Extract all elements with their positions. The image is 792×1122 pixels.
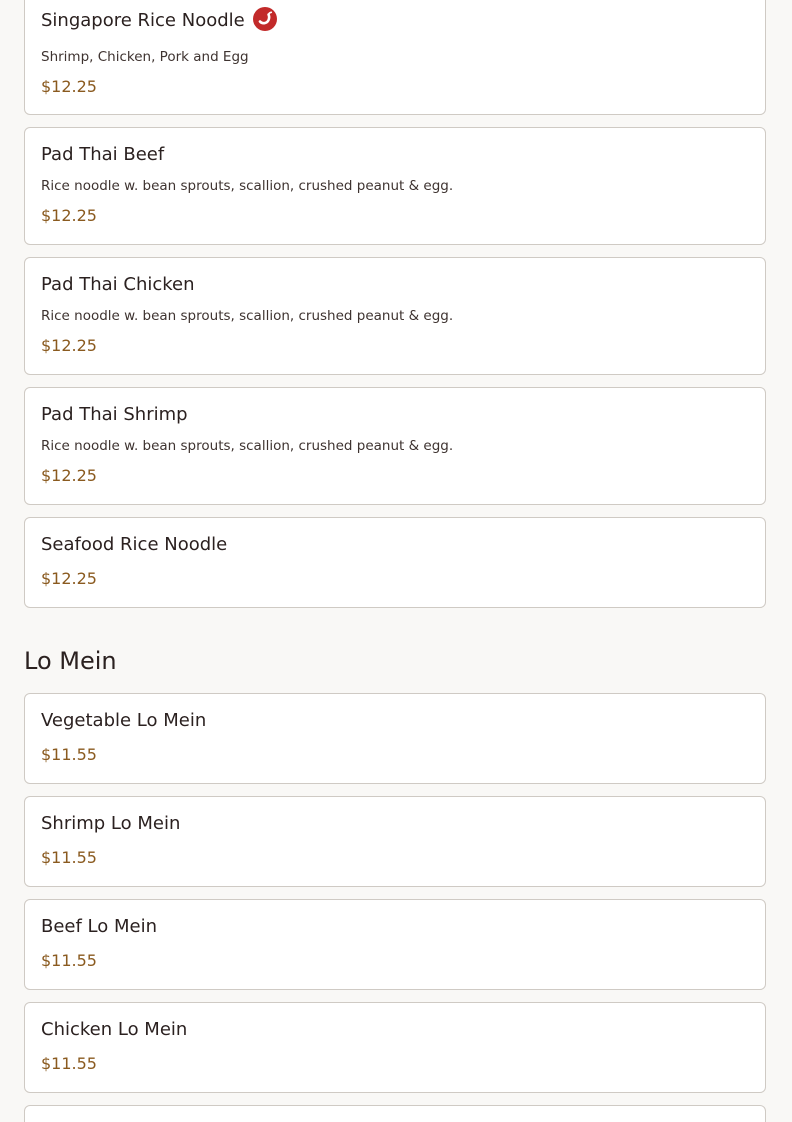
menu-item-description: Rice noodle w. bean sprouts, scallion, c… bbox=[41, 308, 454, 324]
menu-item-description: Rice noodle w. bean sprouts, scallion, c… bbox=[41, 438, 454, 454]
menu-item-description: Rice noodle w. bean sprouts, scallion, c… bbox=[41, 178, 454, 194]
menu-item-price: $11.55 bbox=[41, 848, 97, 867]
menu-item-card[interactable]: Pad Thai Beef Rice noodle w. bean sprout… bbox=[24, 127, 766, 245]
menu-item-name: Singapore Rice Noodle bbox=[41, 10, 245, 31]
menu-item-name: Pad Thai Chicken bbox=[41, 274, 195, 295]
menu-item-card[interactable]: Chicken Lo Mein $11.55 bbox=[24, 1002, 766, 1093]
menu-item-price: $11.55 bbox=[41, 745, 97, 764]
menu-item-title-row: Singapore Rice Noodle bbox=[41, 7, 277, 33]
menu-item-card[interactable]: Vegetable Lo Mein $11.55 bbox=[24, 693, 766, 784]
menu-item-price: $12.25 bbox=[41, 206, 97, 225]
menu-item-card[interactable] bbox=[24, 1105, 766, 1122]
menu-item-name: Beef Lo Mein bbox=[41, 916, 158, 937]
menu-item-price: $11.55 bbox=[41, 951, 97, 970]
menu-item-price: $12.25 bbox=[41, 77, 97, 96]
menu-item-price: $11.55 bbox=[41, 1054, 97, 1073]
menu-item-card[interactable]: Seafood Rice Noodle $12.25 bbox=[24, 517, 766, 608]
chili-pepper-icon bbox=[252, 7, 277, 31]
menu-item-price: $12.25 bbox=[41, 336, 97, 355]
menu-item-card[interactable]: Beef Lo Mein $11.55 bbox=[24, 899, 766, 990]
menu-item-price: $12.25 bbox=[41, 569, 97, 588]
menu-item-name: Seafood Rice Noodle bbox=[41, 534, 228, 555]
section-title-lo-mein: Lo Mein bbox=[24, 647, 117, 675]
menu-item-card[interactable]: Singapore Rice Noodle Shrimp, Chicken, P… bbox=[24, 0, 766, 115]
menu-page: Singapore Rice Noodle Shrimp, Chicken, P… bbox=[0, 0, 792, 1122]
menu-item-card[interactable]: Shrimp Lo Mein $11.55 bbox=[24, 796, 766, 887]
menu-item-name: Chicken Lo Mein bbox=[41, 1019, 188, 1040]
menu-item-name: Vegetable Lo Mein bbox=[41, 710, 207, 731]
menu-item-price: $12.25 bbox=[41, 466, 97, 485]
menu-item-description: Shrimp, Chicken, Pork and Egg bbox=[41, 49, 249, 65]
menu-item-name: Shrimp Lo Mein bbox=[41, 813, 181, 834]
menu-item-card[interactable]: Pad Thai Shrimp Rice noodle w. bean spro… bbox=[24, 387, 766, 505]
menu-item-card[interactable]: Pad Thai Chicken Rice noodle w. bean spr… bbox=[24, 257, 766, 375]
menu-item-name: Pad Thai Shrimp bbox=[41, 404, 188, 425]
menu-item-name: Pad Thai Beef bbox=[41, 144, 165, 165]
